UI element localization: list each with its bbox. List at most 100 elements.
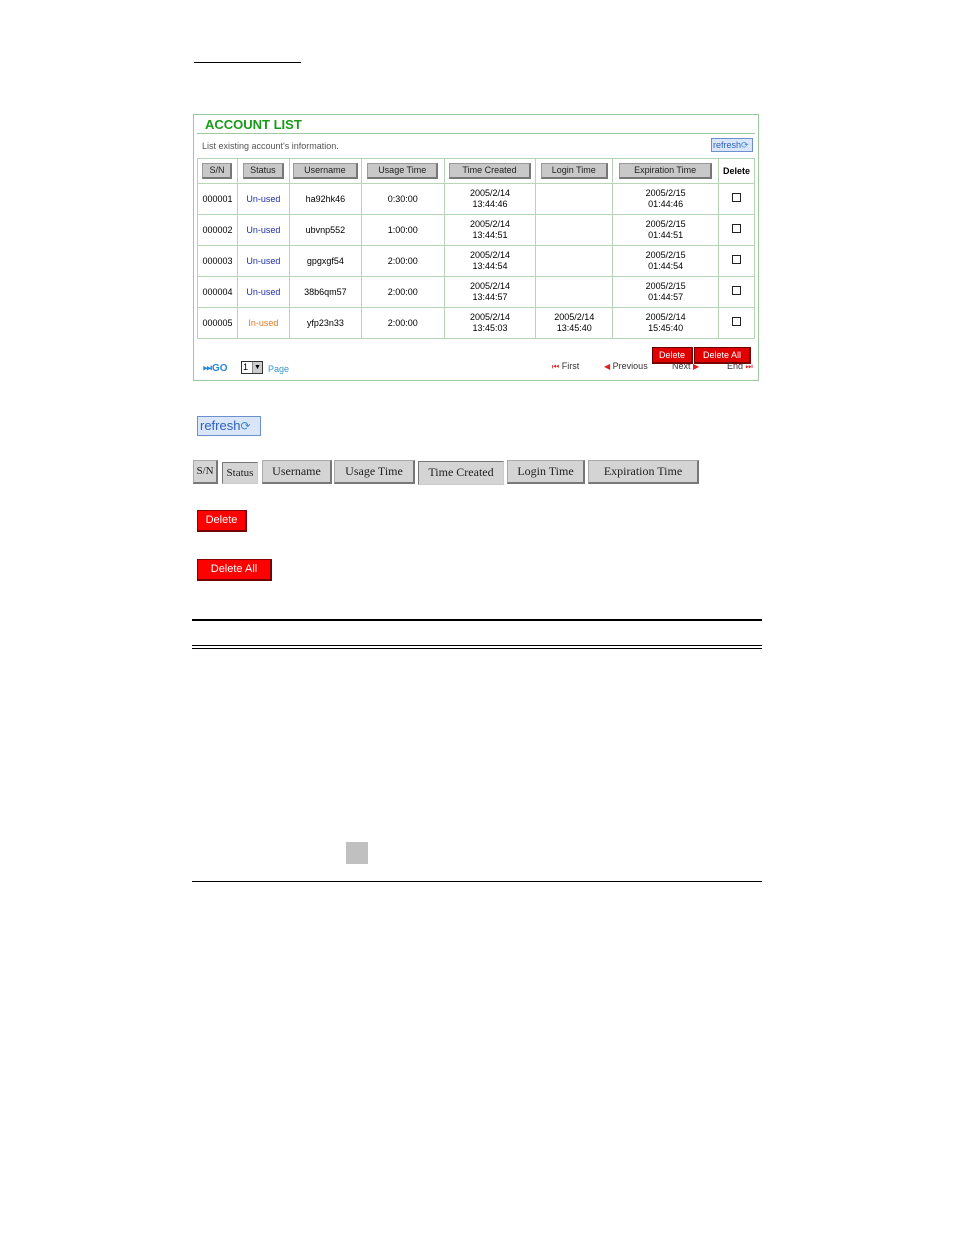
created-date: 2005/2/14 — [469, 250, 511, 260]
column-status-button[interactable]: Status — [243, 163, 284, 179]
username-cell: ubvnp552 — [288, 214, 362, 246]
title-divider — [197, 133, 755, 134]
exp-date: 2005/2/15 — [645, 281, 686, 291]
horizontal-rule — [192, 881, 762, 882]
login-time-cell — [535, 214, 614, 246]
delete-all-button-large[interactable]: Delete All — [197, 559, 272, 581]
next-link[interactable]: Next ▶ — [672, 361, 699, 371]
page-select[interactable]: 1 ▼ — [241, 361, 263, 374]
go-button[interactable]: ⏭GO — [203, 363, 228, 374]
column-expiration-time-button[interactable]: Expiration Time — [619, 163, 713, 179]
column-sn-button[interactable]: S/N — [202, 163, 233, 179]
delete-cell — [717, 245, 756, 277]
time-created-cell: 2005/2/14 13:45:03 — [443, 307, 537, 339]
table-header-row: S/N Status Username Usage Time Time Crea… — [197, 158, 756, 184]
refresh-button-large[interactable]: refresh⟳ — [197, 416, 261, 436]
status-cell: Un-used — [236, 183, 290, 215]
username-cell: yfp23n33 — [288, 307, 362, 339]
usage-time-cell: 2:00:00 — [360, 276, 445, 308]
delete-checkbox[interactable] — [731, 255, 741, 264]
top-underline — [194, 62, 301, 63]
delete-checkbox[interactable] — [731, 193, 741, 202]
exp-time: 01:44:54 — [648, 261, 684, 271]
end-link[interactable]: End ⏭ — [727, 361, 753, 372]
column-delete-label: Delete — [722, 166, 750, 176]
delete-checkbox[interactable] — [731, 286, 741, 295]
sn-cell: 000001 — [197, 183, 238, 215]
column-usage-time-button[interactable]: Usage Time — [367, 163, 439, 179]
login-time-cell — [535, 183, 614, 215]
end-icon: ⏭ — [745, 362, 753, 371]
username-cell: ha92hk46 — [288, 183, 362, 215]
login-time-cell — [535, 276, 614, 308]
exp-date: 2005/2/15 — [645, 219, 686, 229]
created-date: 2005/2/14 — [469, 188, 511, 198]
expiration-time-cell: 2005/2/15 01:44:51 — [612, 214, 719, 246]
table-row: 000003 Un-used gpgxgf54 2:00:00 2005/2/1… — [197, 245, 756, 277]
dropdown-arrow-icon: ▼ — [252, 362, 262, 373]
created-time: 13:44:51 — [472, 230, 508, 240]
next-icon: ▶ — [693, 362, 700, 371]
status-cell: In-used — [236, 307, 290, 339]
first-label: First — [561, 361, 580, 371]
created-time: 13:44:46 — [472, 199, 508, 209]
exp-time: 01:44:46 — [648, 199, 684, 209]
created-time: 13:44:54 — [472, 261, 508, 271]
column-time-created-button[interactable]: Time Created — [449, 163, 531, 179]
created-date: 2005/2/14 — [469, 219, 511, 229]
table-row: 000004 Un-used 38b6qm57 2:00:00 2005/2/1… — [197, 276, 756, 308]
horizontal-rule — [192, 648, 762, 649]
usage-time-cell: 1:00:00 — [360, 214, 445, 246]
refresh-icon: ⟳ — [240, 419, 251, 433]
created-time: 13:45:03 — [472, 323, 508, 333]
page-label: Page — [268, 364, 290, 374]
status-header-button[interactable]: Status — [222, 462, 258, 484]
exp-time: 01:44:57 — [648, 292, 684, 302]
first-link[interactable]: ⏮ First — [552, 361, 579, 372]
time-created-cell: 2005/2/14 13:44:46 — [443, 183, 537, 215]
sn-cell: 000004 — [197, 276, 238, 308]
delete-checkbox[interactable] — [731, 224, 741, 233]
status-cell: Un-used — [236, 214, 290, 246]
username-header-button[interactable]: Username — [262, 460, 332, 484]
go-label: GO — [212, 363, 228, 374]
time-created-header-button[interactable]: Time Created — [418, 461, 504, 485]
previous-label: Previous — [612, 361, 648, 371]
refresh-label: refresh — [713, 140, 742, 150]
expiration-time-cell: 2005/2/15 01:44:57 — [612, 276, 719, 308]
exp-date: 2005/2/15 — [645, 250, 686, 260]
created-date: 2005/2/14 — [469, 312, 511, 322]
previous-link[interactable]: ◀ Previous — [604, 361, 648, 371]
sn-cell: 000005 — [197, 307, 238, 339]
exp-time: 15:45:40 — [648, 323, 684, 333]
expiration-time-cell: 2005/2/15 01:44:54 — [612, 245, 719, 277]
table-row: 000002 Un-used ubvnp552 1:00:00 2005/2/1… — [197, 214, 756, 246]
status-cell: Un-used — [236, 276, 290, 308]
status-cell: Un-used — [236, 245, 290, 277]
delete-cell — [717, 276, 756, 308]
usage-time-cell: 2:00:00 — [360, 307, 445, 339]
next-label: Next — [672, 361, 691, 371]
table-row: 000001 Un-used ha92hk46 0:30:00 2005/2/1… — [197, 183, 756, 215]
delete-button-large[interactable]: Delete — [197, 510, 247, 532]
refresh-label: refresh — [200, 418, 241, 433]
delete-cell — [717, 307, 756, 339]
usage-time-header-button[interactable]: Usage Time — [334, 460, 415, 484]
sn-cell: 000002 — [197, 214, 238, 246]
delete-checkbox[interactable] — [731, 317, 741, 326]
expiration-time-cell: 2005/2/14 15:45:40 — [612, 307, 719, 339]
table-row: 000005 In-used yfp23n33 2:00:00 2005/2/1… — [197, 307, 756, 339]
login-time-header-button[interactable]: Login Time — [507, 460, 585, 484]
delete-cell — [717, 183, 756, 215]
login-time: 13:45:40 — [556, 323, 592, 333]
expiration-time-header-button[interactable]: Expiration Time — [588, 460, 699, 484]
username-cell: gpgxgf54 — [288, 245, 362, 277]
delete-cell — [717, 214, 756, 246]
previous-icon: ◀ — [604, 362, 611, 371]
sn-header-button[interactable]: S/N — [193, 460, 218, 484]
column-login-time-button[interactable]: Login Time — [540, 163, 608, 179]
column-username-button[interactable]: Username — [293, 163, 358, 179]
refresh-button[interactable]: refresh⟳ — [711, 138, 753, 152]
login-time-cell: 2005/2/14 13:45:40 — [535, 307, 614, 339]
time-created-cell: 2005/2/14 13:44:54 — [443, 245, 537, 277]
